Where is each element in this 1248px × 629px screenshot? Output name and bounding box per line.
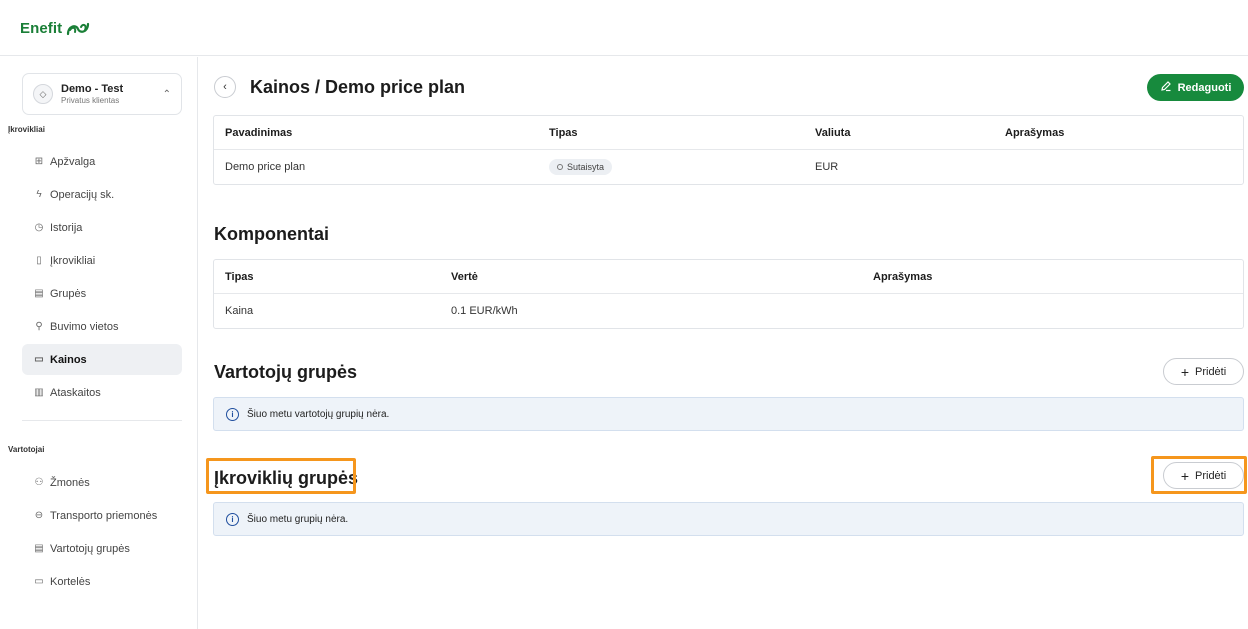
sidebar-item-label: Vartotojų grupės [50,542,130,555]
info-icon: i [226,407,239,421]
user-groups-heading: Vartotojų grupės [214,362,358,382]
component-value-cell: 0.1 EUR/kWh [451,305,518,317]
table-row[interactable]: Kaina 0.1 EUR/kWh [214,294,1243,328]
enefit-logo[interactable]: Enefit [20,20,90,37]
card-icon: ▭ [34,576,44,587]
empty-notice-text: Šiuo metu grupių nėra. [247,513,349,525]
components-heading: Komponentai [214,224,329,244]
sidebar-item-korteles[interactable]: ▭ Kortelės [22,566,182,597]
sidebar-section-title: Vartotojai [8,445,45,454]
plus-icon: + [1180,467,1189,484]
sidebar: ◇ Demo - Test Privatus klientas ⌃ Įkrovi… [0,57,198,629]
sidebar-section-title: Įkrovikliai [8,125,45,134]
add-button-label: Pridėti [1195,469,1227,482]
sidebar-item-operacijos[interactable]: ϟ Operacijų sk. [22,179,182,210]
plan-type-cell: Sutaisyta [549,150,613,184]
add-button-label: Pridėti [1195,365,1227,378]
account-text: Demo - Test Privatus klientas [61,82,163,105]
sidebar-item-transporto-priemones[interactable]: ⊖ Transporto priemonės [22,500,182,531]
table-header-row: Pavadinimas Tipas Valiuta Aprašymas [214,116,1243,150]
sidebar-item-label: Įkrovikliai [50,254,96,267]
components-table: Tipas Vertė Aprašymas Kaina 0.1 EUR/kWh [213,259,1244,329]
sidebar-item-label: Kainos [50,353,87,366]
column-header: Pavadinimas [225,126,293,139]
sidebar-item-zmones[interactable]: ⚇ Žmonės [22,467,182,498]
price-tag-icon: ▭ [34,354,44,365]
plan-name-cell: Demo price plan [225,161,306,173]
plus-icon: + [1180,363,1189,380]
account-avatar-icon: ◇ [33,84,53,104]
circle-icon [557,164,563,170]
empty-notice-text: Šiuo metu vartotojų grupių nėra. [247,408,390,420]
table-header-row: Tipas Vertė Aprašymas [214,260,1243,294]
sidebar-item-label: Grupės [50,287,87,300]
main-content: ‹ Kainos / Demo price plan Redaguoti Pav… [198,57,1248,629]
sidebar-item-label: Istorija [50,221,83,234]
component-type-cell: Kaina [225,305,254,317]
sidebar-divider [22,420,182,421]
sidebar-item-vartotoju-grupes[interactable]: ▤ Vartotojų grupės [22,533,182,564]
group-icon: ▤ [34,288,44,299]
account-subtitle: Privatus klientas [61,95,120,105]
sidebar-item-ikrovikliai[interactable]: ▯ Įkrovikliai [22,245,182,276]
car-icon: ⊖ [34,510,44,521]
table-row[interactable]: Demo price plan Sutaisyta EUR [214,150,1243,184]
chevron-left-icon: ‹ [223,81,227,93]
people-icon: ⚇ [34,477,44,488]
sidebar-item-label: Operacijų sk. [50,188,115,201]
sidebar-item-buvimo-vietos[interactable]: ⚲ Buvimo vietos [22,311,182,342]
sidebar-item-kainos[interactable]: ▭ Kainos [22,344,182,375]
column-header: Vertė [451,270,478,283]
charger-icon: ▯ [36,255,42,266]
add-charger-group-button[interactable]: + Pridėti [1163,462,1244,489]
sidebar-item-label: Apžvalga [50,155,96,168]
user-groups-empty-notice: i Šiuo metu vartotojų grupių nėra. [213,397,1244,431]
plan-currency-cell: EUR [815,161,839,173]
page-title: Kainos / Demo price plan [250,77,466,97]
info-icon: i [226,512,239,526]
group-icon: ▤ [34,543,44,554]
account-switcher[interactable]: ◇ Demo - Test Privatus klientas ⌃ [22,73,182,115]
sidebar-item-apzvalga[interactable]: ⊞ Apžvalga [22,146,182,177]
grid-icon: ⊞ [34,156,44,167]
sidebar-item-grupes[interactable]: ▤ Grupės [22,278,182,309]
pencil-icon [1160,80,1172,95]
column-header: Aprašymas [1005,126,1065,139]
column-header: Tipas [225,270,254,283]
bolt-icon: ϟ [36,189,42,200]
sidebar-item-label: Žmonės [50,476,90,489]
logo-mark-icon [66,21,90,37]
sidebar-item-istorija[interactable]: ◷ Istorija [22,212,182,243]
top-bar: Enefit [0,0,1248,56]
account-name: Demo - Test [61,82,124,95]
sidebar-item-label: Transporto priemonės [50,509,158,522]
sidebar-item-ataskaitos[interactable]: ▥ Ataskaitos [22,377,182,408]
column-header: Tipas [549,126,578,139]
status-badge: Sutaisyta [549,159,613,175]
chart-icon: ▥ [34,387,44,398]
sidebar-item-label: Buvimo vietos [50,320,119,333]
add-user-group-button[interactable]: + Pridėti [1163,358,1244,385]
plan-table: Pavadinimas Tipas Valiuta Aprašymas Demo… [213,115,1244,185]
sidebar-item-label: Ataskaitos [50,386,101,399]
charger-groups-heading: Įkroviklių grupės [214,468,359,488]
clock-icon: ◷ [34,222,44,233]
charger-groups-empty-notice: i Šiuo metu grupių nėra. [213,502,1244,536]
location-icon: ⚲ [35,321,43,332]
column-header: Valiuta [815,126,851,139]
sidebar-item-label: Kortelės [50,575,91,588]
edit-button-label: Redaguoti [1177,81,1232,94]
edit-button[interactable]: Redaguoti [1147,74,1244,101]
logo-text: Enefit [20,20,63,37]
chevron-updown-icon: ⌃ [162,88,171,100]
back-button[interactable]: ‹ [214,76,236,98]
status-badge-label: Sutaisyta [567,162,605,172]
column-header: Aprašymas [873,270,933,283]
